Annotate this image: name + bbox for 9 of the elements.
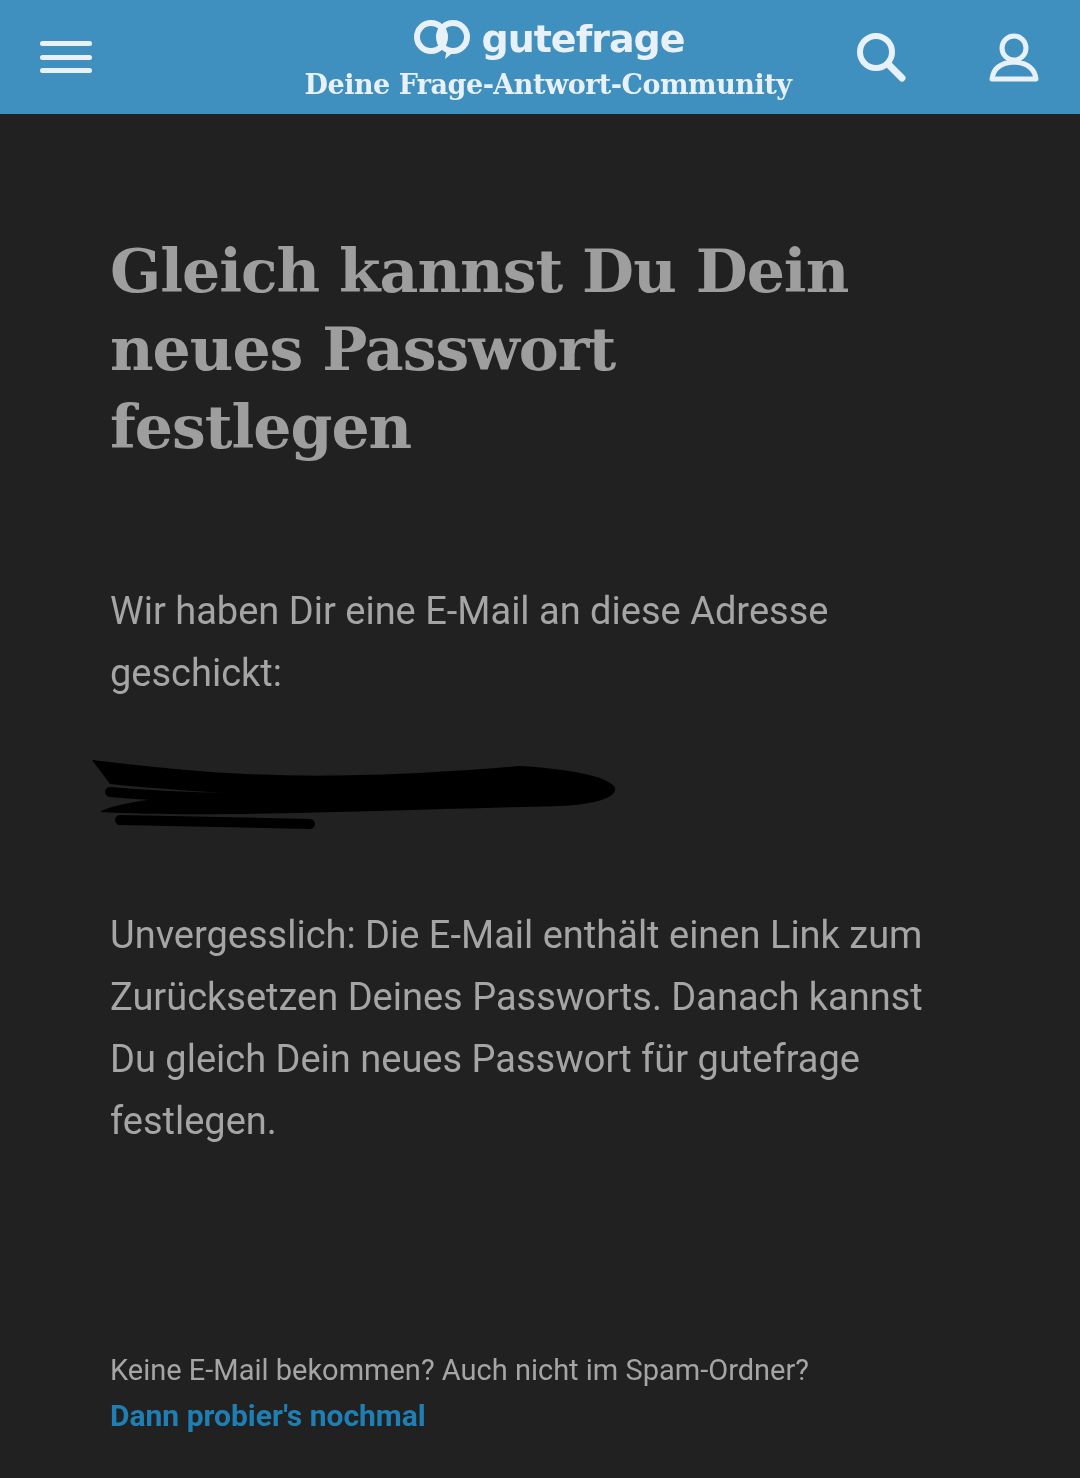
search-icon[interactable] [854,30,908,84]
site-logo[interactable]: gutefrage [481,19,685,58]
page-heading: Gleich kannst Du Dein neues Passwort festlegen [110,235,850,464]
user-icon[interactable] [988,31,1040,83]
no-email-text: Keine E-Mail bekommen? Auch nicht im Spam-Ordner? [110,1352,810,1389]
retry-link[interactable]: Dann probier's nochmal [110,1398,426,1433]
info-text: Unvergesslich: Die E-Mail enthält einen Link zum Zurücksetzen Deines Passworts. Danach kannst Du gleich Dein neues Passwort für gutefrage festlegen. [110,912,924,1145]
intro-text: Wir haben Dir eine E-Mail an diese Adresse geschickt: [110,588,830,697]
site-tagline: Deine Frage-Antwort-Community [304,70,792,98]
